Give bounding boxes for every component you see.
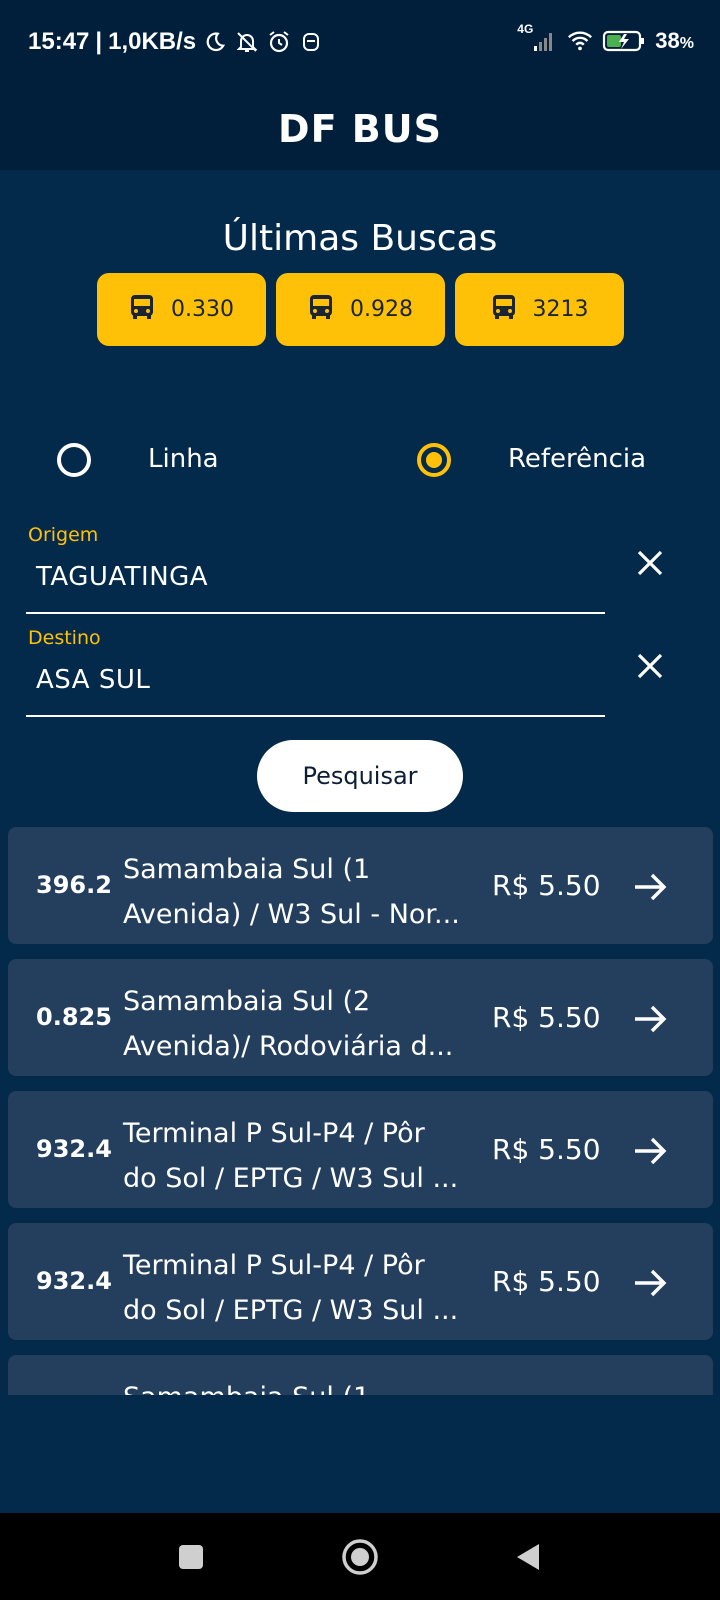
result-name: Terminal P Sul-P4 / Pôr do Sol / EPTG / … xyxy=(123,1250,459,1326)
back-button[interactable] xyxy=(508,1537,548,1577)
status-right: 4G 38% xyxy=(517,22,694,54)
result-card[interactable]: 0.825 Samambaia Sul (2 Avenida)/ Rodoviá… xyxy=(8,959,713,1076)
search-mode: Linha Referência xyxy=(0,438,720,484)
clear-destination-button[interactable] xyxy=(628,644,672,688)
app-notification-icon xyxy=(298,29,324,55)
status-bar: 15:47 | 1,0KB/s 4G 38% xyxy=(0,0,720,88)
result-price: R$ 5.50 xyxy=(492,1265,601,1298)
recent-chip-label: 0.928 xyxy=(350,297,413,322)
bus-icon xyxy=(491,293,517,327)
status-time: 15:47 xyxy=(28,28,90,55)
origin-value[interactable]: TAGUATINGA xyxy=(36,562,208,592)
recent-searches-title: Últimas Buscas xyxy=(222,218,498,259)
signal-icon: 4G xyxy=(517,22,559,54)
arrow-right-icon[interactable] xyxy=(630,999,670,1039)
arrow-right-icon[interactable] xyxy=(630,867,670,907)
status-left: 15:47 | 1,0KB/s xyxy=(28,28,324,56)
network-type: 4G xyxy=(517,22,534,36)
bus-icon xyxy=(308,293,334,327)
result-name: Terminal P Sul-P4 / Pôr do Sol / EPTG / … xyxy=(123,1118,459,1194)
results-list: 396.2 Samambaia Sul (1 Avenida) / W3 Sul… xyxy=(8,827,713,1395)
circle-icon xyxy=(342,1539,378,1575)
result-card[interactable]: 932.4 Terminal P Sul-P4 / Pôr do Sol / E… xyxy=(8,1223,713,1340)
recents-button[interactable] xyxy=(171,1537,211,1577)
system-nav-bar xyxy=(0,1513,720,1600)
radio-linha[interactable] xyxy=(57,443,91,477)
recent-chip-label: 0.330 xyxy=(171,297,234,322)
result-name: Samambaia Sul (2 Avenida)/ Rodoviária d.… xyxy=(123,986,454,1062)
result-price: R$ 5.50 xyxy=(492,1001,601,1034)
origin-label: Origem xyxy=(28,524,99,546)
result-code: 0.825 xyxy=(36,1003,112,1031)
destination-field[interactable]: Destino ASA SUL xyxy=(26,627,605,717)
bus-icon xyxy=(129,293,155,327)
search-button[interactable]: Pesquisar xyxy=(257,740,463,812)
wifi-icon xyxy=(567,28,593,54)
radio-referencia-label[interactable]: Referência xyxy=(508,444,646,474)
result-code: 396.2 xyxy=(36,871,112,899)
result-price: R$ 5.50 xyxy=(492,1133,601,1166)
arrow-right-icon[interactable] xyxy=(630,1131,670,1171)
arrow-right-icon[interactable] xyxy=(630,1263,670,1303)
recent-chip-label: 3213 xyxy=(532,297,589,322)
result-card[interactable]: 932.4 Terminal P Sul-P4 / Pôr do Sol / E… xyxy=(8,1091,713,1208)
app-title: DF BUS xyxy=(278,107,442,151)
result-name: Samambaia Sul (1 xyxy=(123,1375,483,1395)
status-separator: | xyxy=(95,28,103,55)
result-card[interactable]: Samambaia Sul (1 xyxy=(8,1355,713,1395)
result-code: 932.4 xyxy=(36,1135,112,1163)
bell-off-icon xyxy=(234,29,260,55)
recent-chip[interactable]: 0.330 xyxy=(97,273,266,346)
radio-referencia[interactable] xyxy=(417,443,451,477)
battery-level: 38% xyxy=(655,28,694,53)
close-icon xyxy=(637,653,663,679)
result-code: 932.4 xyxy=(36,1267,112,1295)
clear-origin-button[interactable] xyxy=(628,541,672,585)
home-button[interactable] xyxy=(340,1537,380,1577)
recent-chip[interactable]: 0.928 xyxy=(276,273,445,346)
destination-label: Destino xyxy=(28,627,101,649)
result-name: Samambaia Sul (1 Avenida) / W3 Sul - Nor… xyxy=(123,854,460,930)
square-icon xyxy=(179,1545,203,1569)
recent-searches-chips: 0.330 0.928 3213 xyxy=(97,273,624,346)
result-card[interactable]: 396.2 Samambaia Sul (1 Avenida) / W3 Sul… xyxy=(8,827,713,944)
status-speed: 1,0KB/s xyxy=(108,28,197,55)
result-price: R$ 5.50 xyxy=(492,869,601,902)
battery-charging-icon xyxy=(601,28,647,54)
alarm-icon xyxy=(266,29,292,55)
destination-value[interactable]: ASA SUL xyxy=(36,665,150,695)
triangle-back-icon xyxy=(517,1544,539,1570)
app-bar: DF BUS xyxy=(0,88,720,170)
radio-linha-label[interactable]: Linha xyxy=(148,444,219,474)
origin-field[interactable]: Origem TAGUATINGA xyxy=(26,524,605,614)
recent-chip[interactable]: 3213 xyxy=(455,273,624,346)
moon-icon xyxy=(202,29,228,55)
close-icon xyxy=(637,550,663,576)
